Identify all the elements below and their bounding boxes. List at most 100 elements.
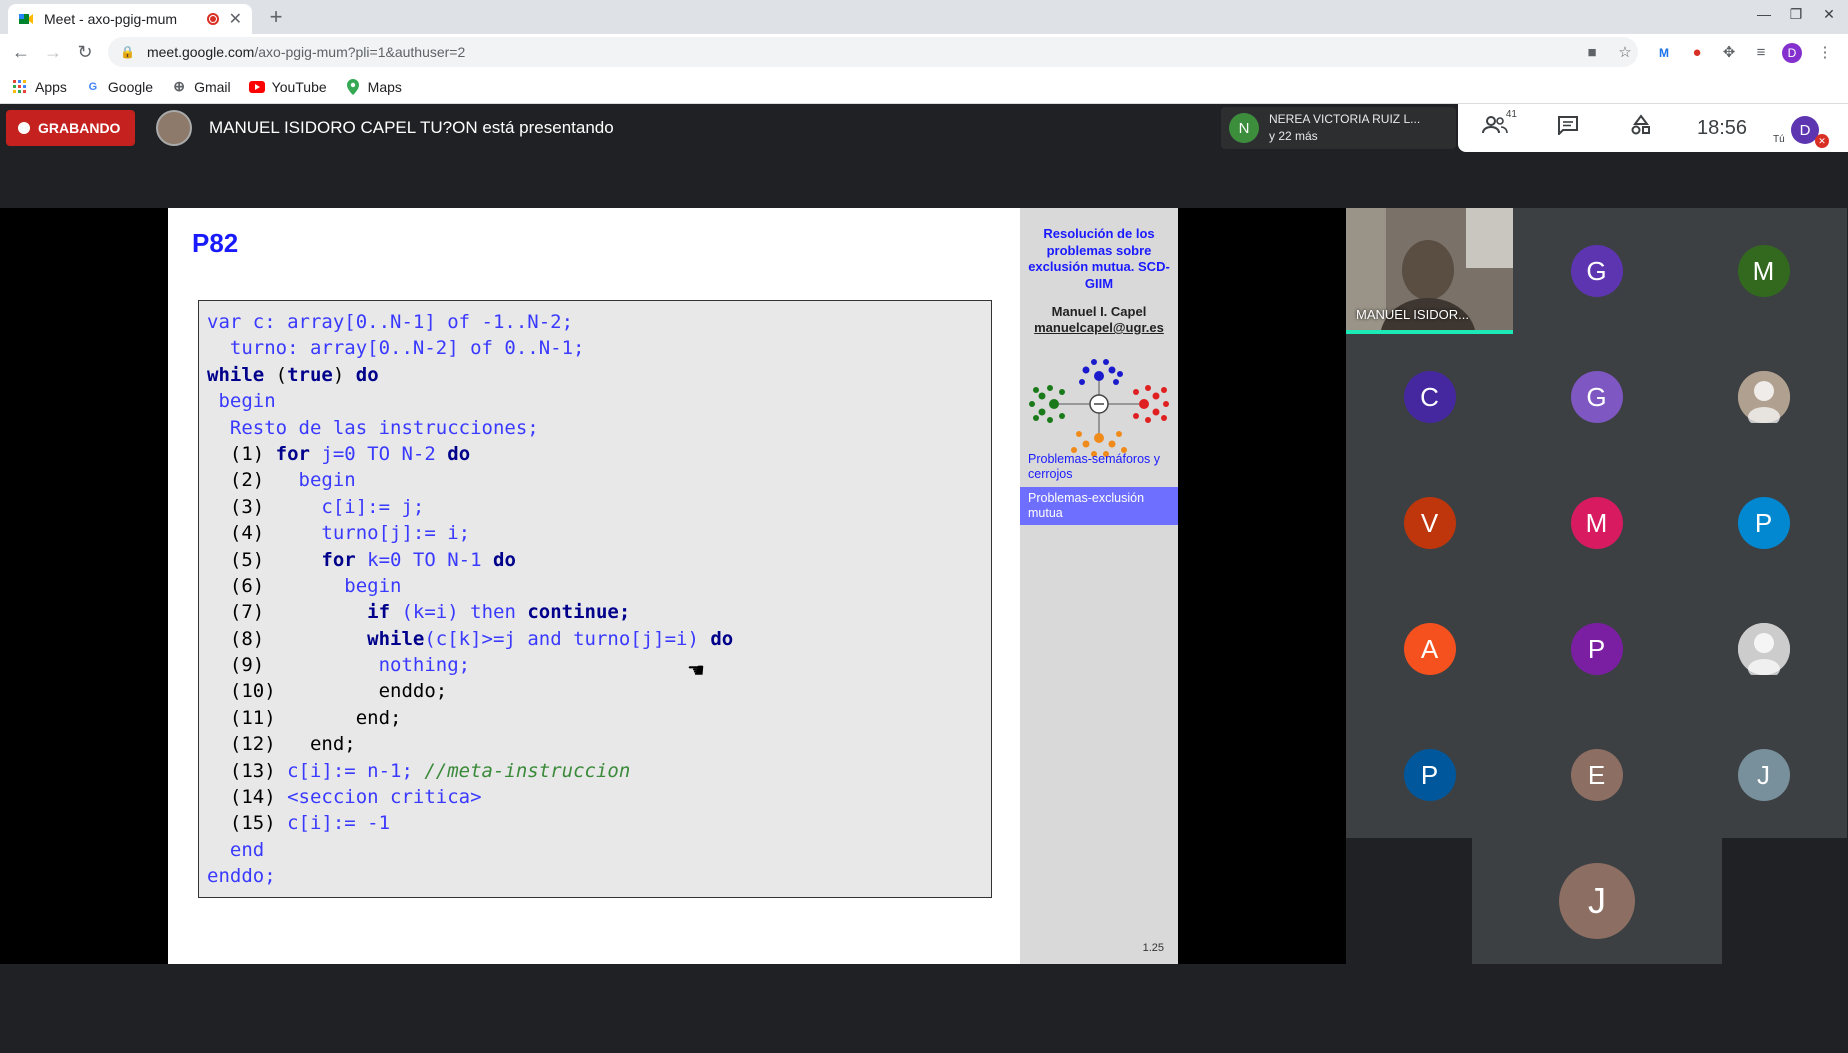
participant-tile[interactable]: J <box>1472 838 1722 964</box>
sidebar-link-semaforos[interactable]: Problemas-semáforos y cerrojos <box>1020 448 1178 486</box>
participant-avatar: P <box>1403 749 1456 801</box>
tab-strip: Meet - axo-pgig-mum ✕ + — ❐ ✕ <box>0 0 1848 34</box>
forward-button[interactable]: → <box>40 39 66 65</box>
new-tab-button[interactable]: + <box>262 4 290 30</box>
bookmark-youtube[interactable]: YouTube <box>248 79 327 95</box>
code-token: k=0 TO N-1 <box>355 548 493 571</box>
code-token: if <box>367 601 391 624</box>
code-token: (9) <box>207 654 379 677</box>
code-token: end <box>207 838 265 861</box>
back-button[interactable]: ← <box>8 39 34 65</box>
participants-button[interactable]: 41 <box>1458 109 1531 141</box>
code-token: begin <box>207 390 276 413</box>
bookmark-apps[interactable]: Apps <box>12 79 67 95</box>
participant-tile[interactable]: P <box>1513 586 1680 712</box>
profile-avatar[interactable]: D <box>1782 43 1802 63</box>
code-line: Resto de las instrucciones; <box>207 415 991 441</box>
code-line: end <box>207 837 991 863</box>
code-token: (7) <box>207 601 368 624</box>
participant-tile[interactable]: P <box>1680 460 1847 586</box>
address-bar[interactable]: 🔒 meet.google.com/axo-pgig-mum?pli=1&aut… <box>108 37 1638 67</box>
tab-title: Meet - axo-pgig-mum <box>44 11 178 27</box>
code-line: while (true) do <box>207 362 991 388</box>
code-token: while <box>207 363 265 386</box>
participant-photo-icon <box>1737 623 1790 675</box>
participant-tile[interactable]: G <box>1513 208 1680 334</box>
participant-tile[interactable]: V <box>1346 460 1513 586</box>
video-tile-presenter[interactable]: MANUEL ISIDOR... <box>1346 208 1513 334</box>
code-token: var c: array[0..N-1] of -1..N-2; <box>207 311 574 333</box>
puzzle-extensions-icon[interactable]: ✥ <box>1718 42 1740 64</box>
participant-avatar: P <box>1570 623 1623 675</box>
lock-icon: 🔒 <box>120 45 135 59</box>
meet-favicon-icon <box>18 11 34 27</box>
extension-icon[interactable]: M <box>1653 42 1675 64</box>
reload-button[interactable]: ↻ <box>72 39 98 65</box>
participant-tile[interactable]: P <box>1346 712 1513 838</box>
restore-icon[interactable]: ❐ <box>1784 6 1808 23</box>
code-token: begin <box>298 469 356 492</box>
code-token: //meta-instruccion <box>424 759 631 782</box>
code-token: (10) <box>207 680 379 703</box>
minimize-icon[interactable]: — <box>1752 6 1776 22</box>
participant-tile[interactable]: G <box>1513 334 1680 460</box>
close-tab-icon[interactable]: ✕ <box>229 9 242 29</box>
participant-tile[interactable]: E <box>1513 712 1680 838</box>
code-line: (11) end; <box>207 705 991 731</box>
activities-icon <box>1630 114 1652 142</box>
bookmark-gmail[interactable]: ⊕ Gmail <box>171 78 230 95</box>
mic-off-icon: ✕ <box>1815 134 1829 148</box>
code-token: (14) <box>207 786 288 809</box>
sidebar-link-exclusion[interactable]: Problemas-exclusión mutua <box>1020 487 1178 525</box>
camera-icon[interactable]: ■ <box>1581 42 1603 64</box>
participant-avatar: E <box>1570 749 1623 801</box>
code-token: <seccion critica> <box>287 786 482 809</box>
bookmark-label: Apps <box>35 78 67 95</box>
slide: P82 var c: array[0..N-1] of -1..N-2; tur… <box>168 208 1178 964</box>
chat-button[interactable] <box>1531 115 1604 141</box>
close-window-icon[interactable]: ✕ <box>1817 6 1841 23</box>
code-token: do <box>493 548 516 571</box>
recording-label: GRABANDO <box>38 120 121 136</box>
code-token: do <box>355 363 379 386</box>
participant-tile[interactable]: A <box>1346 586 1513 712</box>
maps-pin-icon <box>345 78 361 95</box>
bookmark-label: Maps <box>367 78 402 95</box>
opera-extension-icon[interactable]: ● <box>1686 42 1708 64</box>
participant-tile[interactable]: J <box>1680 712 1847 838</box>
participant-tile[interactable] <box>1680 586 1847 712</box>
code-line: (10) enddo; <box>207 678 991 704</box>
chat-icon <box>1557 115 1579 141</box>
browser-tab[interactable]: Meet - axo-pgig-mum ✕ <box>8 4 252 34</box>
code-token: then <box>470 601 516 624</box>
code-line: (1) for j=0 TO N-2 do <box>207 441 991 467</box>
code-token: (13) <box>207 759 288 782</box>
code-token: (k=i) <box>390 601 471 624</box>
code-token: turno[j]:= i; <box>321 522 471 545</box>
author-name: Manuel I. Capel <box>1051 304 1147 319</box>
bookmark-star-icon[interactable]: ☆ <box>1614 42 1636 64</box>
chrome-menu-icon[interactable]: ⋮ <box>1814 42 1836 64</box>
participant-tile[interactable] <box>1680 334 1847 460</box>
bookmark-maps[interactable]: Maps <box>345 78 402 95</box>
activities-button[interactable] <box>1604 114 1677 142</box>
code-token: turno[j]=i) <box>561 627 711 650</box>
code-token: (8) <box>207 627 368 650</box>
code-token: Resto de las instrucciones; <box>207 416 539 439</box>
self-indicator[interactable]: D Tú ✕ <box>1767 104 1829 152</box>
participant-avatar: A <box>1403 623 1456 675</box>
slide-title: P82 <box>192 228 239 258</box>
participant-tile[interactable]: M <box>1680 208 1847 334</box>
code-token: (c[k]>=j <box>424 627 528 650</box>
media-control-icon[interactable]: ≡ <box>1750 42 1772 64</box>
recording-badge[interactable]: GRABANDO <box>6 110 135 146</box>
code-token: (12) <box>207 733 310 756</box>
bookmark-google[interactable]: G Google <box>85 79 153 95</box>
code-line: var c: array[0..N-1] of -1..N-2; <box>207 309 991 335</box>
participant-tile[interactable]: C <box>1346 334 1513 460</box>
code-token: ( <box>264 363 288 386</box>
participant-tile[interactable]: M <box>1513 460 1680 586</box>
code-token: for <box>275 442 310 465</box>
presenting-text: MANUEL ISIDORO CAPEL TU?ON está presenta… <box>209 118 614 137</box>
code-token: (1) <box>207 442 276 465</box>
